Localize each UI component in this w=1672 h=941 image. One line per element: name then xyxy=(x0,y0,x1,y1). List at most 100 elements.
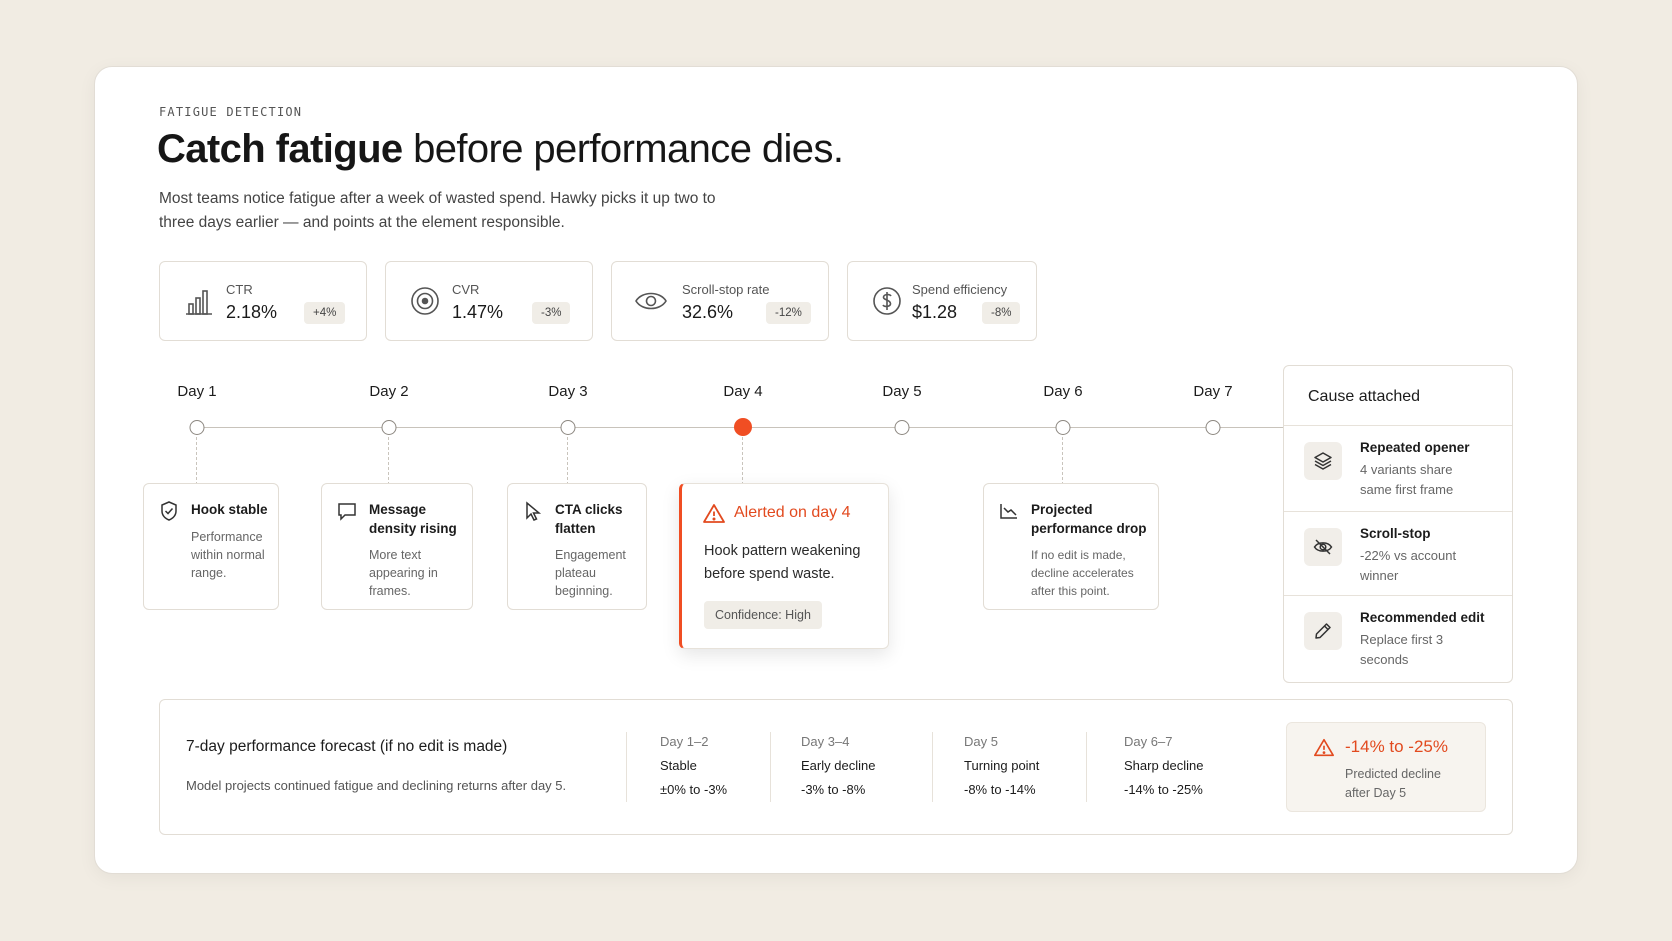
timeline-dot-day-2[interactable] xyxy=(381,420,397,435)
day-label: Day 5 xyxy=(882,383,922,400)
divider xyxy=(1284,425,1512,426)
page-title: Catch fatigue before performance dies. xyxy=(157,127,844,172)
warning-icon xyxy=(1314,738,1334,757)
icon-tile xyxy=(1304,612,1342,650)
event-card-cta-clicks[interactable]: CTA clicks flatten Engagement plateau be… xyxy=(507,483,647,610)
phase-name: Stable xyxy=(660,758,697,773)
day-label: Day 3 xyxy=(548,383,588,400)
cause-attached-panel: Cause attached Repeated opener 4 variant… xyxy=(1283,365,1513,683)
phase-value: ±0% to -3% xyxy=(660,782,728,797)
metric-label: Spend efficiency xyxy=(912,282,1008,297)
event-title: Projected performance drop xyxy=(1031,502,1147,536)
eye-off-icon xyxy=(1313,539,1333,555)
divider xyxy=(1284,511,1512,512)
metric-delta-badge: +4% xyxy=(304,302,346,324)
divider xyxy=(1284,595,1512,596)
metric-value: 1.47% xyxy=(452,302,504,322)
timeline-dot-day-1[interactable] xyxy=(189,420,205,435)
metric-card-scroll-stop: Scroll-stop rate 32.6% -12% xyxy=(611,261,829,341)
event-card-hook-stable[interactable]: Hook stable Performance within normal ra… xyxy=(143,483,279,610)
event-card-message-density[interactable]: Message density rising More text appeari… xyxy=(321,483,473,610)
panel-title: Cause attached xyxy=(1308,388,1421,405)
divider xyxy=(932,732,933,802)
phase-value: -8% to -14% xyxy=(964,782,1036,797)
cause-desc: Replace first 3 seconds xyxy=(1360,632,1444,667)
day-label: Day 4 xyxy=(723,383,763,400)
cause-name: Repeated opener xyxy=(1360,440,1470,455)
metric-delta-badge: -3% xyxy=(532,302,571,324)
divider xyxy=(626,732,627,802)
section-eyebrow: FATIGUE DETECTION xyxy=(159,105,303,119)
metric-card-spend-efficiency: Spend efficiency $1.28 -8% xyxy=(847,261,1037,341)
timeline-connector xyxy=(567,437,568,485)
phase-name: Sharp decline xyxy=(1124,758,1204,773)
timeline-dot-day-4-alert[interactable] xyxy=(734,418,752,436)
metric-value: $1.28 xyxy=(912,302,958,322)
timeline-connector xyxy=(742,437,743,485)
predicted-range: -14% to -25% xyxy=(1345,737,1448,756)
forecast-panel: 7-day performance forecast (if no edit i… xyxy=(159,699,1513,835)
icon-tile xyxy=(1304,442,1342,480)
timeline-connector xyxy=(196,437,197,485)
timeline-connector xyxy=(1062,437,1063,485)
shield-check-icon xyxy=(161,501,177,521)
metric-card-cvr: CVR 1.47% -3% xyxy=(385,261,593,341)
timeline-track xyxy=(196,427,1313,428)
metric-value: 32.6% xyxy=(682,302,734,322)
alert-body: Hook pattern weakening before spend wast… xyxy=(704,543,861,582)
day-label: Day 6 xyxy=(1043,383,1083,400)
metric-label: Scroll-stop rate xyxy=(682,282,770,297)
dollar-icon xyxy=(873,287,901,315)
page-subtitle: Most teams notice fatigue after a week o… xyxy=(159,190,716,231)
predicted-label: Predicted decline after Day 5 xyxy=(1345,767,1441,800)
message-icon xyxy=(338,503,356,521)
event-title: Message density rising xyxy=(369,502,457,536)
trend-down-icon xyxy=(1000,504,1017,519)
alert-card-day-4[interactable]: Alerted on day 4 Hook pattern weakening … xyxy=(679,483,889,649)
metric-delta-badge: -8% xyxy=(982,302,1021,324)
timeline-dot-day-6[interactable] xyxy=(1055,420,1071,435)
event-desc: Engagement plateau beginning. xyxy=(555,548,626,598)
forecast-title: 7-day performance forecast (if no edit i… xyxy=(186,738,508,755)
event-desc: Performance within normal range. xyxy=(191,530,265,580)
confidence-badge: Confidence: High xyxy=(704,601,822,629)
cause-name: Recommended edit xyxy=(1360,610,1485,625)
metric-card-ctr: CTR 2.18% +4% xyxy=(159,261,367,341)
phase-range: Day 6–7 xyxy=(1124,734,1173,749)
event-title: Hook stable xyxy=(191,502,268,517)
eye-icon xyxy=(635,292,667,310)
phase-value: -3% to -8% xyxy=(801,782,866,797)
cause-desc: 4 variants share same first frame xyxy=(1360,462,1454,497)
alert-title: Alerted on day 4 xyxy=(734,504,851,521)
event-desc: More text appearing in frames. xyxy=(369,548,438,598)
predicted-decline-box: -14% to -25% Predicted decline after Day… xyxy=(1286,722,1486,812)
event-title: CTA clicks flatten xyxy=(555,502,623,536)
icon-tile xyxy=(1304,528,1342,566)
phase-range: Day 1–2 xyxy=(660,734,709,749)
bar-chart-icon xyxy=(186,290,212,315)
target-icon xyxy=(411,287,439,315)
fatigue-detection-card: FATIGUE DETECTION Catch fatigue before p… xyxy=(94,66,1578,874)
metric-value: 2.18% xyxy=(226,302,278,322)
phase-name: Turning point xyxy=(964,758,1040,773)
timeline-dot-day-3[interactable] xyxy=(560,420,576,435)
day-label: Day 7 xyxy=(1193,383,1233,400)
timeline-dot-day-5[interactable] xyxy=(894,420,910,435)
timeline-connector xyxy=(388,437,389,485)
divider xyxy=(1086,732,1087,802)
title-rest: before performance dies. xyxy=(402,127,844,171)
phase-range: Day 3–4 xyxy=(801,734,850,749)
warning-icon xyxy=(703,504,725,523)
phase-name: Early decline xyxy=(801,758,876,773)
layers-icon xyxy=(1314,452,1332,470)
phase-range: Day 5 xyxy=(964,734,998,749)
title-bold: Catch fatigue xyxy=(157,127,403,171)
day-label: Day 1 xyxy=(177,383,217,400)
event-desc: If no edit is made, decline accelerates … xyxy=(1031,548,1134,598)
pencil-icon xyxy=(1315,623,1331,639)
forecast-desc: Model projects continued fatigue and dec… xyxy=(186,778,567,793)
event-card-projected-drop[interactable]: Projected performance drop If no edit is… xyxy=(983,483,1159,610)
timeline-dot-day-7[interactable] xyxy=(1205,420,1221,435)
cause-desc: -22% vs account winner xyxy=(1360,548,1457,583)
cause-name: Scroll-stop xyxy=(1360,526,1431,541)
